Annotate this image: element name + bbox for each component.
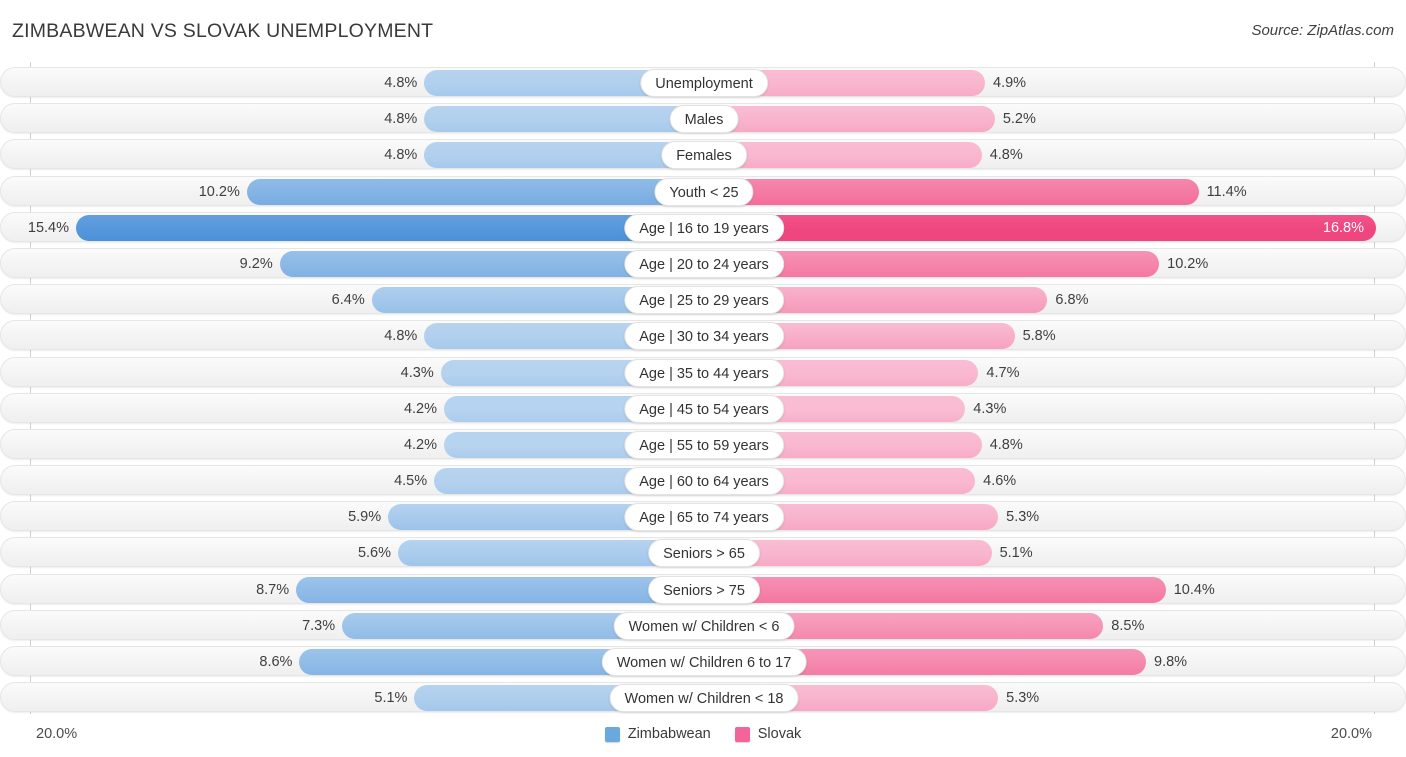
bar-zimbabwean: 8.7%	[256, 576, 702, 603]
axis-max-label-right: 20.0%	[1330, 726, 1372, 742]
chart-plot-area: 4.8% 4.9% Unemployment 4.8% 5.2% Males 4.8% 4.8…	[0, 62, 1406, 714]
category-label: Males	[669, 105, 739, 134]
bar-value-left: 15.4%	[27, 219, 69, 236]
source-attribution: Source: ZipAtlas.com	[1251, 22, 1394, 39]
bar-value-left: 7.3%	[302, 617, 336, 634]
bar-row: 4.3% 4.7% Age | 35 to 44 years	[0, 356, 1406, 387]
bar-row: 6.4% 6.8% Age | 25 to 29 years	[0, 284, 1406, 315]
bar-slovak: 5.2%	[704, 106, 1036, 133]
category-label: Unemployment	[640, 69, 768, 97]
bar-value-left: 8.6%	[259, 654, 293, 670]
bar-slovak: 16.8%	[704, 214, 1376, 241]
bar-row: 4.8% 5.8% Age | 30 to 34 years	[0, 320, 1406, 351]
category-label: Youth < 25	[654, 177, 754, 206]
bar-value-right: 5.3%	[1006, 509, 1040, 526]
chart-page: ZIMBABWEAN VS SLOVAK UNEMPLOYMENT Source…	[0, 0, 1406, 757]
category-label: Age | 30 to 34 years	[624, 322, 784, 351]
bar-value-right: 10.4%	[1173, 581, 1215, 598]
bar-value-left: 9.2%	[239, 255, 273, 272]
category-label: Age | 35 to 44 years	[624, 358, 784, 387]
bar-value-left: 10.2%	[198, 183, 240, 200]
category-label: Age | 20 to 24 years	[624, 249, 784, 278]
category-label: Women w/ Children < 18	[609, 684, 799, 713]
bar-row: 7.3% 8.5% Women w/ Children < 6	[0, 609, 1406, 640]
chart-legend: Zimbabwean Slovak	[0, 726, 1406, 742]
bar-value-left: 4.5%	[394, 473, 428, 490]
bar-value-right: 4.6%	[983, 473, 1017, 490]
bar-value-right: 6.8%	[1055, 292, 1089, 309]
bar-row: 10.2% 11.4% Youth < 25	[0, 175, 1406, 206]
bar-zimbabwean: 10.2%	[199, 178, 702, 205]
bar-row: 8.6% 9.8% Women w/ Children 6 to 17	[0, 646, 1406, 676]
bar-value-right: 9.8%	[1154, 654, 1188, 670]
bar-value-right: 4.3%	[973, 400, 1007, 417]
legend-label: Zimbabwean	[627, 726, 711, 742]
bar-rows-container: 4.8% 4.9% Unemployment 4.8% 5.2% Males 4.8% 4.8…	[0, 67, 1406, 718]
bar-value-right: 4.7%	[986, 364, 1020, 381]
bar-value-right: 10.2%	[1167, 255, 1209, 272]
bar-slovak: 11.4%	[704, 178, 1247, 205]
bar-row: 5.9% 5.3% Age | 65 to 74 years	[0, 501, 1406, 532]
bar-value-left: 4.8%	[384, 111, 418, 128]
bar-value-right: 5.8%	[1022, 328, 1056, 345]
category-label: Seniors > 75	[648, 575, 760, 604]
page-title: ZIMBABWEAN VS SLOVAK UNEMPLOYMENT	[12, 20, 434, 42]
bar-value-left: 4.8%	[384, 147, 418, 164]
bar-row: 5.6% 5.1% Seniors > 65	[0, 537, 1406, 568]
legend-label: Slovak	[757, 726, 802, 742]
bar-row: 15.4% 16.8% Age | 16 to 19 years	[0, 211, 1406, 242]
bar-value-left: 6.4%	[331, 292, 365, 309]
bar-value-right: 11.4%	[1206, 183, 1247, 200]
chart-header: ZIMBABWEAN VS SLOVAK UNEMPLOYMENT Source…	[0, 0, 1406, 62]
category-label: Age | 60 to 64 years	[624, 467, 784, 496]
bar-value-left: 4.2%	[403, 436, 437, 453]
category-label: Age | 65 to 74 years	[624, 503, 784, 532]
legend-item: Slovak	[734, 726, 802, 742]
bar-row: 4.8% 5.2% Males	[0, 103, 1406, 134]
legend-item: Zimbabwean	[604, 726, 711, 742]
bar-value-right: 4.8%	[989, 147, 1023, 164]
legend-swatch-slovak	[734, 726, 750, 742]
chart-footer: 20.0% Zimbabwean Slovak 20.0%	[0, 714, 1406, 757]
bar-value-left: 5.9%	[348, 509, 382, 526]
category-label: Women w/ Children < 6	[613, 611, 795, 640]
legend-swatch-zimbabwean	[604, 726, 620, 742]
category-label: Age | 16 to 19 years	[624, 213, 784, 242]
bar-value-right: 5.3%	[1006, 690, 1040, 707]
bar-value-right: 16.8%	[1322, 219, 1364, 236]
bar-row: 5.1% 5.3% Women w/ Children < 18	[0, 682, 1406, 713]
category-label: Females	[661, 141, 747, 170]
bar-value-right: 4.8%	[989, 436, 1023, 453]
bar-value-right: 5.2%	[1002, 111, 1036, 128]
bar-value-left: 5.6%	[357, 545, 391, 562]
bar-row: 4.8% 4.9% Unemployment	[0, 67, 1406, 97]
bar-value-left: 5.1%	[374, 690, 408, 707]
bar-zimbabwean: 15.4%	[28, 214, 702, 241]
bar-zimbabwean: 4.8%	[384, 106, 702, 133]
bar-row: 9.2% 10.2% Age | 20 to 24 years	[0, 247, 1406, 278]
bar-value-left: 8.7%	[256, 581, 290, 598]
bar-slovak: 10.4%	[704, 576, 1215, 603]
category-label: Seniors > 65	[648, 539, 760, 568]
bar-value-left: 4.8%	[384, 328, 418, 345]
bar-value-left: 4.8%	[384, 75, 418, 91]
category-label: Women w/ Children 6 to 17	[601, 648, 807, 676]
bar-row: 4.2% 4.3% Age | 45 to 54 years	[0, 392, 1406, 423]
category-label: Age | 45 to 54 years	[624, 394, 784, 423]
category-label: Age | 25 to 29 years	[624, 286, 784, 315]
bar-row: 4.8% 4.8% Females	[0, 139, 1406, 170]
bar-value-right: 4.9%	[993, 75, 1027, 91]
category-label: Age | 55 to 59 years	[624, 430, 784, 459]
bar-value-left: 4.3%	[400, 364, 434, 381]
bar-value-right: 5.1%	[999, 545, 1033, 562]
bar-value-left: 4.2%	[403, 400, 437, 417]
bar-row: 4.5% 4.6% Age | 60 to 64 years	[0, 465, 1406, 496]
bar-row: 4.2% 4.8% Age | 55 to 59 years	[0, 428, 1406, 459]
bar-value-right: 8.5%	[1111, 617, 1145, 634]
bar-row: 8.7% 10.4% Seniors > 75	[0, 573, 1406, 604]
